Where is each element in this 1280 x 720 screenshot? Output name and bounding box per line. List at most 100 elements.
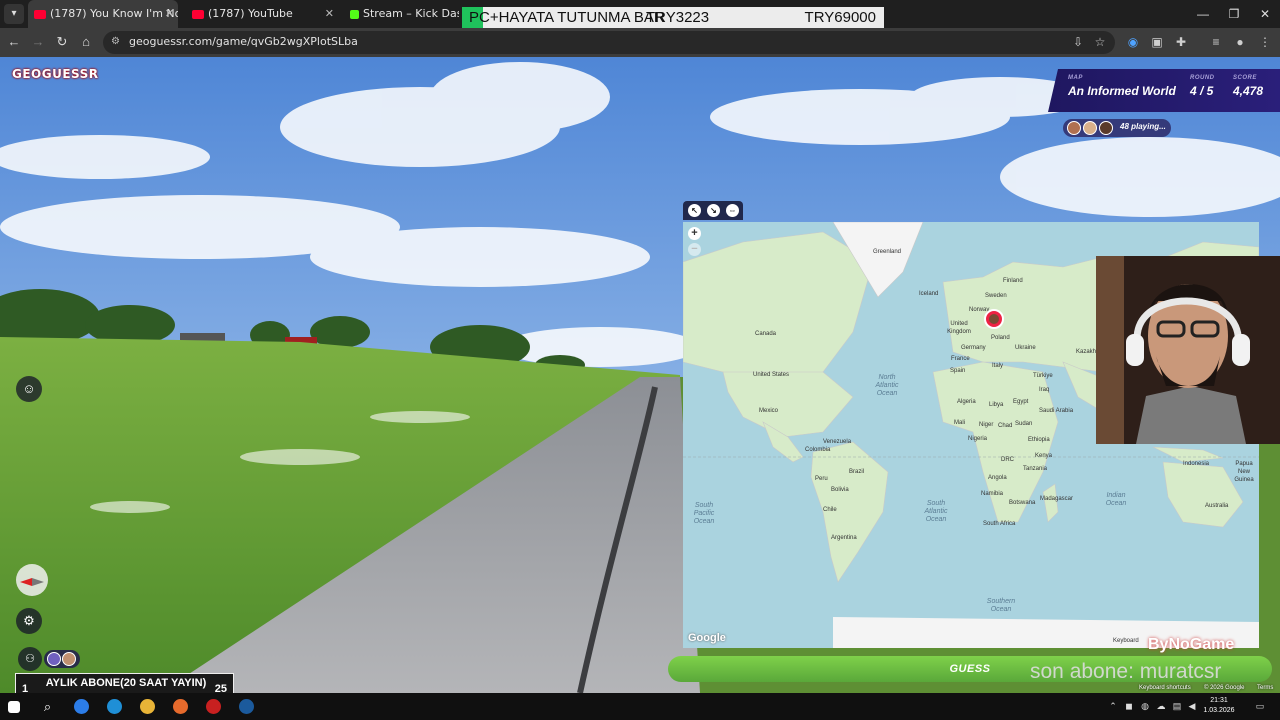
site-info-icon[interactable]: ⚙ [111, 36, 123, 48]
tab-label: (1787) You Know I'm No Go [50, 7, 178, 20]
reactions-icon[interactable]: ☺ [16, 376, 42, 402]
map-label: United Kingdom [947, 321, 971, 335]
map-label: DRC [1001, 457, 1014, 463]
extensions-puzzle-icon[interactable]: ✚ [1173, 34, 1189, 50]
network-icon[interactable]: ▤ [1171, 700, 1183, 712]
close-window-icon[interactable]: ✕ [1249, 0, 1280, 28]
zoom-in-icon[interactable]: + [688, 227, 701, 240]
map-label: Papua New Guinea [1234, 461, 1254, 483]
map-label: Kazakh [1076, 349, 1097, 355]
kick-icon [350, 9, 359, 19]
map-pin-icon[interactable]: ⇔ [726, 204, 739, 217]
tab-youtube[interactable]: (1787) YouTube ✕ [186, 0, 338, 28]
obs-icon[interactable] [206, 699, 221, 714]
goal-title: AYLIK ABONE(20 SAAT YAYIN) [45, 677, 207, 689]
geoguessr-logo[interactable]: GEOGUESSR [12, 67, 99, 81]
map-label: Southern Ocean [986, 598, 1016, 613]
zoom-out-icon[interactable]: − [688, 243, 701, 256]
tab-kick[interactable]: Stream – Kick Dashboard [344, 0, 459, 28]
clock-date: 1.03.2026 [1203, 707, 1235, 714]
map-label: Mexico [759, 408, 779, 414]
tab-label: (1787) YouTube [208, 7, 293, 20]
tab-label: Stream – Kick Dashboard [363, 7, 459, 20]
map-info: MAP An Informed World [1068, 75, 1176, 98]
players-indicator[interactable]: 48 playing... [1063, 119, 1171, 137]
map-enlarge-icon[interactable]: ↖ [688, 204, 701, 217]
microphone-icon[interactable]: ◍ [1139, 700, 1151, 712]
start-icon[interactable] [8, 701, 20, 713]
close-icon[interactable]: ✕ [325, 0, 334, 28]
map-label: Sweden [985, 293, 1007, 299]
more-menu-icon[interactable]: ⋮ [1257, 34, 1273, 50]
map-label: Brazil [849, 469, 865, 475]
system-clock[interactable]: 21:31 1.03.2026 [1196, 696, 1242, 716]
avatar [62, 652, 76, 666]
media-icon[interactable]: ▣ [1149, 34, 1165, 50]
address-bar[interactable]: ⚙ geoguessr.com/game/qvGb2wgXPlotSLba [103, 31, 1115, 54]
map-label: Egypt [1013, 399, 1029, 405]
notifications-icon[interactable]: ▭ [1254, 700, 1266, 712]
map-label: North Atlantic Ocean [875, 374, 899, 397]
player-marker[interactable] [984, 309, 1004, 329]
steam-icon[interactable] [239, 699, 254, 714]
firefox-icon[interactable] [173, 699, 188, 714]
map-label: Algeria [957, 399, 976, 405]
cloud-icon[interactable]: ☁ [1155, 700, 1167, 712]
map-label: Saudi Arabia [1039, 408, 1074, 414]
bookmark-star-icon[interactable]: ☆ [1092, 34, 1108, 50]
install-icon[interactable]: ⇩ [1070, 34, 1086, 50]
reload-icon[interactable]: ↻ [52, 32, 72, 52]
keyboard-shortcuts-link[interactable]: Keyboard shortcuts [1139, 685, 1191, 691]
forward-icon[interactable]: → [28, 32, 48, 52]
restore-icon[interactable]: ❐ [1218, 0, 1250, 28]
avatar [47, 652, 61, 666]
back-icon[interactable]: ← [4, 32, 24, 52]
reading-list-icon[interactable]: ≡ [1208, 34, 1224, 50]
minimize-icon[interactable]: — [1187, 0, 1219, 28]
close-icon[interactable]: ✕ [165, 0, 174, 28]
map-label: Australia [1205, 503, 1229, 509]
tab-search-icon[interactable]: ▾ [4, 4, 24, 24]
tab-youtube-video[interactable]: (1787) You Know I'm No Go ✕ [28, 0, 178, 28]
avatar [1083, 121, 1097, 135]
score-caption: SCORE [1233, 75, 1257, 81]
compass-icon[interactable] [16, 564, 48, 596]
home-icon[interactable]: ⌂ [76, 32, 96, 52]
map-label: Peru [815, 476, 828, 482]
kick-brand-overlay: ByNoGame [1148, 636, 1235, 653]
app-icon[interactable] [107, 699, 122, 714]
score-info: SCORE 4,478 [1233, 75, 1263, 98]
profile-icon[interactable]: ● [1232, 34, 1248, 50]
settings-gear-icon[interactable]: ⚙ [16, 608, 42, 634]
youtube-icon [34, 9, 46, 19]
map-label: South Atlantic Ocean [924, 500, 948, 523]
chrome-icon[interactable] [140, 699, 155, 714]
donation-goal-banner: PC+HAYATA TUTUNMA BAR TRY3223 TRY69000 [462, 7, 884, 29]
playing-count: 48 playing... [1120, 122, 1166, 131]
extension-icon[interactable]: ◉ [1125, 34, 1141, 50]
party-icon[interactable]: ⚇ [18, 647, 42, 671]
map-label: Madagascar [1040, 496, 1074, 502]
webcam-overlay [1096, 256, 1280, 444]
last-subscriber-overlay: son abone: muratcsr [1030, 660, 1222, 683]
round-value: 4 / 5 [1190, 84, 1214, 98]
tray-overflow-icon[interactable]: ⌃ [1107, 700, 1119, 712]
edge-icon[interactable] [74, 699, 89, 714]
browser-toolbar: ← → ↻ ⌂ ⚙ geoguessr.com/game/qvGb2wgXPlo… [0, 28, 1280, 57]
map-label: Venezuela [823, 439, 852, 445]
map-label: Nigeria [968, 436, 988, 442]
game-status-panel: MAP An Informed World ROUND 4 / 5 SCORE … [1048, 69, 1280, 112]
map-label: Iceland [919, 291, 939, 297]
tray-app-icon[interactable]: ◼ [1123, 700, 1135, 712]
party-avatars[interactable] [44, 650, 80, 668]
terms-link[interactable]: Terms [1257, 685, 1273, 691]
map-keyboard-label[interactable]: Keyboard [1113, 638, 1139, 644]
search-icon[interactable]: ⌕ [40, 699, 55, 714]
map-shrink-icon[interactable]: ↘ [707, 204, 720, 217]
google-logo: Google [688, 632, 726, 644]
map-label: Indian Ocean [1105, 492, 1127, 507]
map-label: Chad [998, 423, 1013, 429]
clock-time: 21:31 [1210, 697, 1228, 704]
map-label: Namibia [981, 491, 1004, 497]
map-size-controls: ↖ ↘ ⇔ [683, 201, 743, 220]
